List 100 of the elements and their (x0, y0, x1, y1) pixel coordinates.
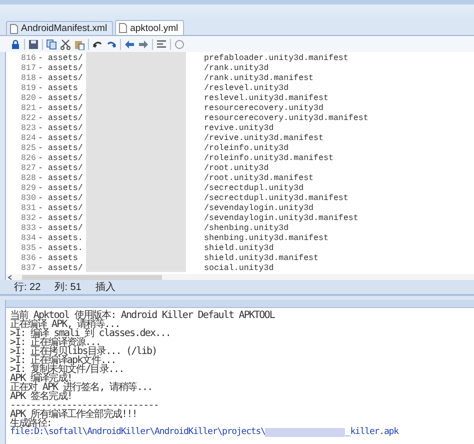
forward-arrow-icon[interactable] (138, 38, 149, 50)
code-text: - assets/ (38, 154, 84, 164)
log-line: 正在对 APK 进行签名, 请稍等... (10, 383, 154, 392)
circle-icon[interactable] (174, 38, 185, 50)
log-line: >I: 复制未知文件/目录... (10, 365, 125, 374)
code-text: - assets/ (38, 124, 84, 134)
code-text: social.unity3d (204, 264, 274, 274)
line-number: 819 (21, 84, 37, 94)
log-line: >I: 正在编译apk文件... (10, 356, 117, 365)
file-tab[interactable]: apktool.yml (115, 20, 184, 35)
line-number: 823 (21, 124, 37, 134)
list-icon[interactable] (156, 38, 167, 50)
code-text: - assets/ (38, 204, 84, 214)
code-text: shenbing.unity3d.manifest (204, 234, 328, 244)
code-text: /sevendaylogin.unity3d (204, 204, 314, 214)
code-text: - assets/ (38, 224, 84, 234)
undo-icon[interactable] (92, 38, 103, 50)
code-text: reslevel.unity3d.manifest (204, 94, 328, 104)
line-number: 828 (21, 174, 37, 184)
code-text: shield.unity3d.manifest (204, 254, 319, 264)
code-text: - assets/ (38, 264, 84, 274)
status-text: 行: 22 (14, 281, 41, 294)
code-text: - assets. (38, 234, 84, 244)
code-text: /reslevel.unity3d (204, 84, 289, 94)
line-number: 832 (21, 214, 37, 224)
save-icon[interactable] (28, 38, 39, 50)
file-tab[interactable]: AndroidManifest.xml (6, 21, 114, 35)
code-text: - assets/ (38, 64, 84, 74)
log-line: 当前 Apktool 使用版本: Android Killer Default APKTOOL (10, 311, 276, 320)
line-number: 818 (21, 74, 37, 84)
code-text: /secrectdupl.unity3d (204, 184, 304, 194)
code-text: /sevendaylogin.unity3d.manifest (204, 214, 358, 224)
code-text: /rank.unity3d.manifest (204, 74, 314, 84)
scrollbar-thumb[interactable] (22, 274, 162, 280)
line-number: 836 (21, 254, 37, 264)
log-line: 生成路径: (10, 419, 52, 428)
copy-icon[interactable] (46, 38, 57, 50)
redo-icon[interactable] (106, 38, 117, 50)
back-arrow-icon[interactable] (124, 38, 135, 50)
document-icon (119, 23, 128, 33)
code-text: /rank.unity3d (204, 64, 269, 74)
line-number: 830 (21, 194, 37, 204)
line-number: 827 (21, 164, 37, 174)
lock-icon[interactable] (10, 38, 21, 50)
log-line: ----------------------------- (10, 401, 160, 410)
line-number: 826 (21, 154, 37, 164)
code-text: /revive.unity3d.manifest (204, 134, 324, 144)
line-number: 821 (21, 104, 37, 114)
line-number: 824 (21, 134, 37, 144)
code-text: /roleinfo.unity3d.manifest (204, 154, 334, 164)
line-number: 816 (21, 54, 37, 64)
code-text: resourcerecovery.unity3d (204, 104, 324, 114)
document-icon (10, 24, 18, 34)
line-number: 825 (21, 144, 37, 154)
code-text: - assets/ (38, 54, 84, 64)
line-number: 820 (21, 94, 37, 104)
line-number: 831 (21, 204, 37, 214)
code-text: /shenbing.unity3d (204, 224, 289, 234)
log-line: >I: 正在编译资源... (10, 338, 100, 347)
log-line: APK 签名完成! (10, 392, 72, 401)
log-line: APK 编译完成! (10, 374, 72, 383)
horizontal-scrollbar[interactable] (6, 274, 474, 280)
log-line: APK 所有编译工作全部完成!!! (10, 410, 138, 419)
code-text: /secrectdupl.unity3d.manifest (204, 194, 348, 204)
log-line: >I: 编译 smali 到 classes.dex... (10, 329, 172, 338)
code-text: - assets/ (38, 194, 84, 204)
paste-icon[interactable] (74, 38, 85, 50)
code-text: - assets/ (38, 174, 84, 184)
code-text: - assets. (38, 244, 84, 254)
code-text: resourcerecovery.unity3d.manifest (204, 114, 368, 124)
code-text: - assets (38, 84, 79, 94)
code-text: /root.unity3d (204, 164, 269, 174)
line-number: 837 (21, 264, 37, 274)
code-text: revive.unity3d (204, 124, 274, 134)
line-number: 829 (21, 184, 37, 194)
code-text: - assets/ (38, 114, 84, 124)
code-text: /root.unity3d.manifest (204, 174, 314, 184)
code-text: shield.unity3d (204, 244, 274, 254)
code-text: - assets (38, 254, 79, 264)
line-number: 817 (21, 64, 37, 74)
code-text: - assets/ (38, 74, 84, 84)
file-path-link[interactable]: _killer.apk (345, 428, 398, 437)
code-text: - assets/ (38, 134, 84, 144)
status-text: 列: 51 (54, 281, 82, 294)
code-text: - assets/ (38, 94, 84, 104)
line-number: 833 (21, 224, 37, 234)
code-text: - assets/ (38, 164, 84, 174)
code-text: - assets/ (38, 144, 84, 154)
log-line: 正在编译 APK, 请稍等... (10, 320, 120, 329)
log-line: >I: 正在拷贝libs目录... (/lib) (10, 347, 158, 356)
code-text: prefabloader.unity3d.manifest (204, 54, 348, 64)
line-number: 822 (21, 114, 37, 124)
status-text: 插入 (95, 280, 116, 294)
code-text: - assets/ (38, 184, 84, 194)
line-number: 835 (21, 244, 37, 254)
cut-icon[interactable] (60, 38, 71, 50)
file-path-link[interactable]: file:D:\softall\AndroidKiller\AndroidKiller\projects\ (10, 428, 266, 437)
line-number: 834 (21, 234, 37, 244)
code-text: /roleinfo.unity3d (204, 144, 289, 154)
code-text: - assets/ (38, 104, 84, 114)
